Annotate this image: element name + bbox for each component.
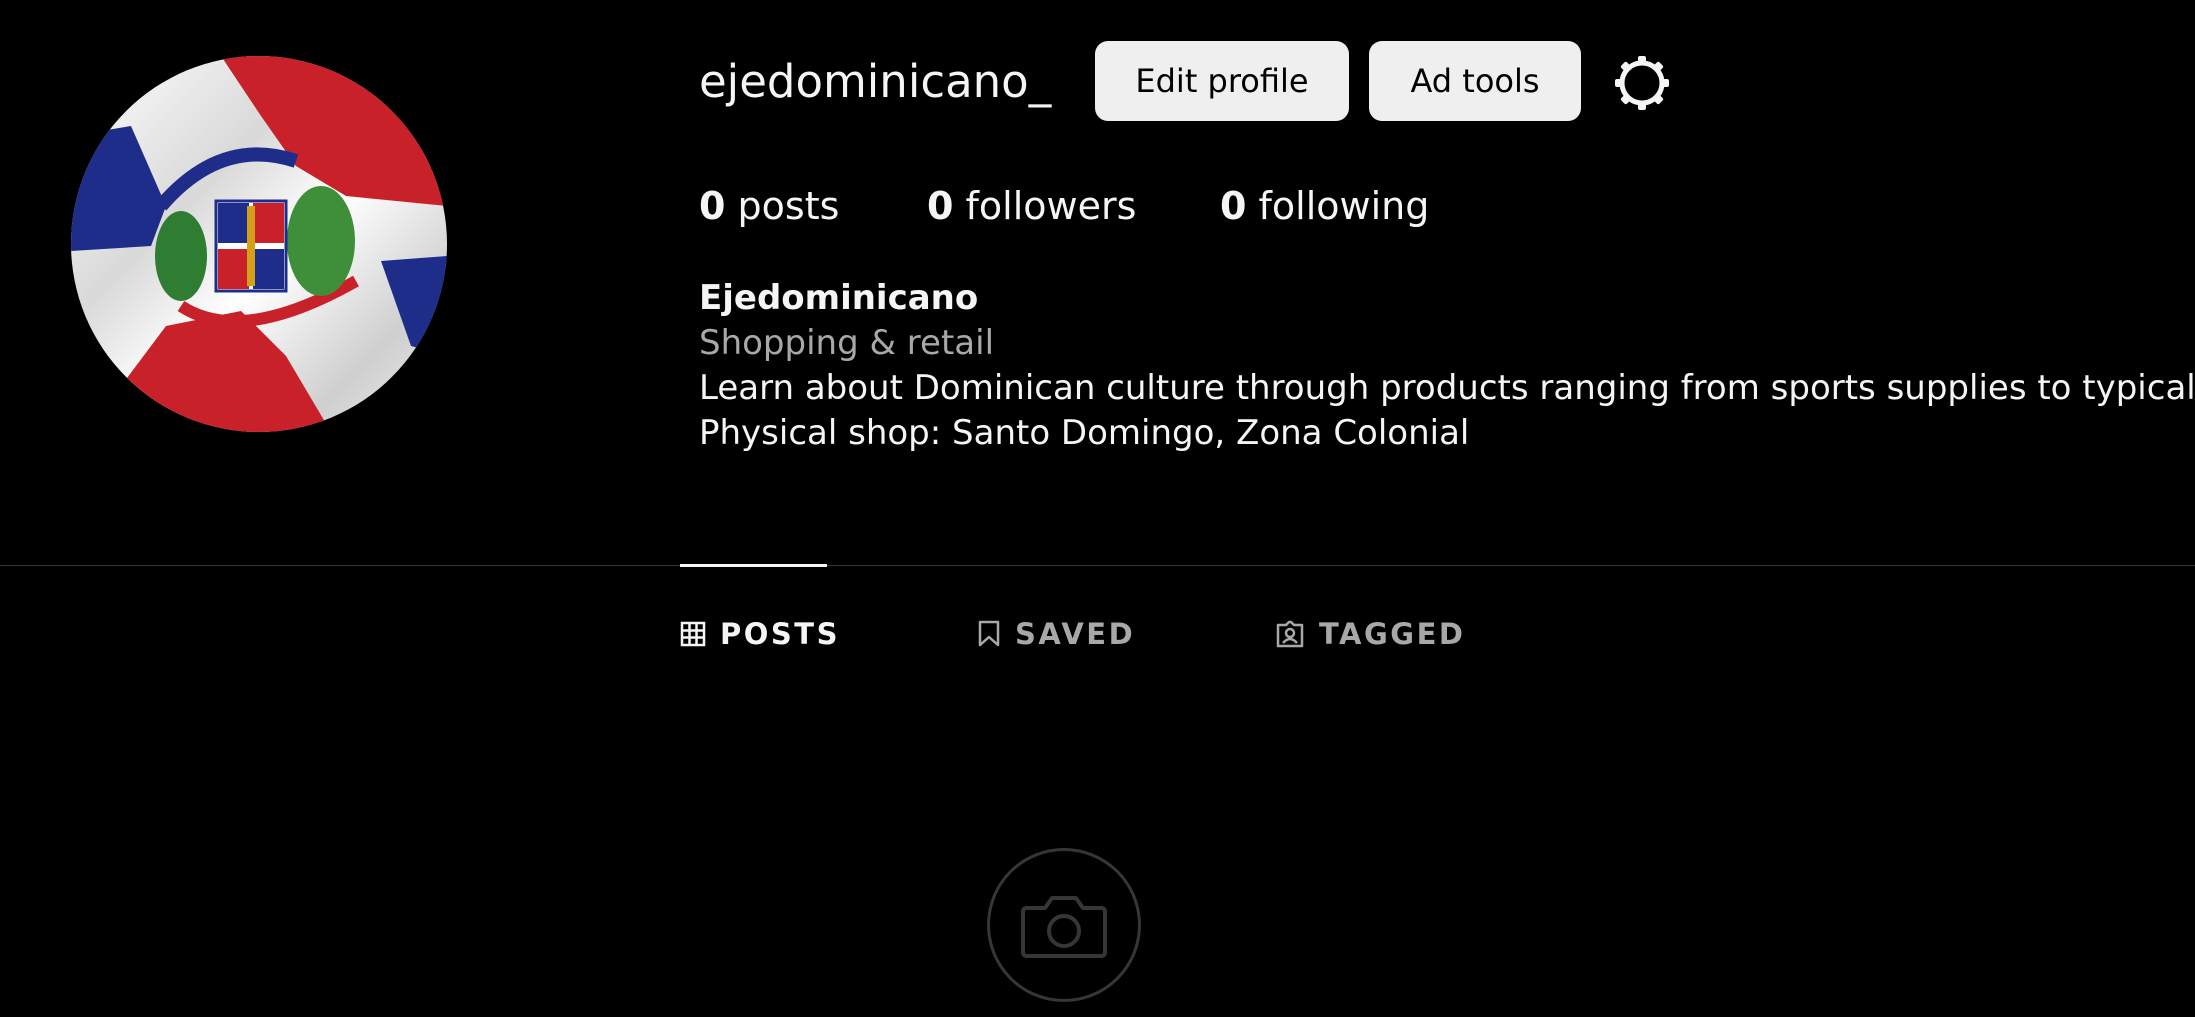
bio-category: Shopping & retail [699, 323, 995, 363]
tab-posts[interactable]: POSTS [680, 610, 840, 658]
bookmark-icon [977, 620, 1001, 648]
tabs-divider [0, 565, 2195, 566]
following-count-value: 0 [1220, 184, 1247, 228]
active-tab-indicator [680, 564, 827, 567]
tab-tagged-label: TAGGED [1319, 617, 1466, 651]
followers-count-label: followers [953, 184, 1137, 228]
grid-icon [680, 621, 706, 647]
posts-count-label: posts [725, 184, 840, 228]
camera-icon [987, 848, 1141, 1002]
tab-posts-label: POSTS [720, 617, 840, 651]
tab-saved[interactable]: SAVED [977, 610, 1135, 658]
dominican-flag-avatar [71, 56, 447, 432]
edit-profile-button[interactable]: Edit profile [1095, 41, 1349, 121]
tab-tagged[interactable]: TAGGED [1275, 610, 1465, 658]
posts-count: 0 posts [699, 180, 927, 232]
bio-line-2: Physical shop: Santo Domingo, Zona Colon… [699, 413, 1470, 453]
bio-line-1: Learn about Dominican culture through pr… [699, 368, 2195, 408]
profile-username: ejedominicano_ [699, 55, 1052, 108]
following-link[interactable]: 0 following [1220, 180, 1429, 232]
followers-count-value: 0 [927, 184, 954, 228]
profile-bio: Ejedominicano Shopping & retail Learn ab… [699, 276, 2195, 456]
following-count-label: following [1246, 184, 1430, 228]
gear-icon[interactable] [1612, 53, 1672, 113]
profile-avatar[interactable] [71, 56, 447, 432]
followers-link[interactable]: 0 followers [927, 180, 1220, 232]
profile-stats: 0 posts 0 followers 0 following [699, 180, 1429, 232]
bio-display-name: Ejedominicano [699, 278, 979, 318]
ad-tools-button[interactable]: Ad tools [1369, 41, 1581, 121]
tab-saved-label: SAVED [1015, 617, 1136, 651]
tagged-icon [1275, 620, 1305, 648]
profile-page: ejedominicano_ Edit profile Ad tools 0 p… [0, 0, 2195, 1017]
posts-count-value: 0 [699, 184, 726, 228]
